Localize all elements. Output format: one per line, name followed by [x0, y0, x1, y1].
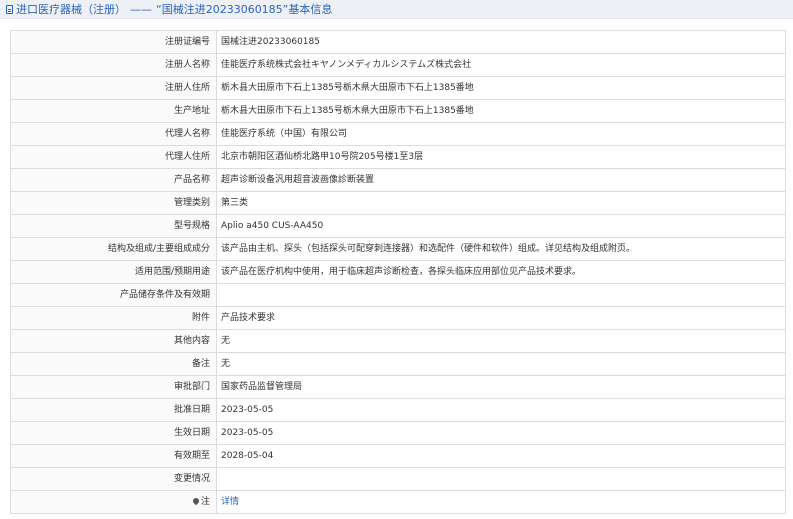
- row-label: 代理人住所: [10, 145, 217, 169]
- table-row: 备注无: [10, 352, 786, 376]
- row-value: 该产品在医疗机构中使用，用于临床超声诊断检查，各探头临床应用部位见产品技术要求。: [216, 260, 786, 284]
- row-value: 国家药品监督管理局: [216, 375, 786, 399]
- table-row: 注册人名称 佳能医疗系统株式会社キヤノンメディカルシステムズ株式会社: [10, 53, 786, 77]
- row-value: 佳能医疗系统（中国）有限公司: [216, 122, 786, 146]
- row-value: 产品技术要求: [216, 306, 786, 330]
- row-value: [216, 283, 786, 307]
- table-row: 有效期至 2028-05-04: [10, 444, 786, 468]
- row-value: 无: [216, 352, 786, 376]
- table-row: 生产地址 栃木县大田原市下石上1385号栃木県大田原市下石上1385番地: [10, 99, 786, 123]
- table-row: 代理人住所 北京市朝阳区酒仙桥北路甲10号院205号楼1至3层: [10, 145, 786, 169]
- row-value: 佳能医疗系统株式会社キヤノンメディカルシステムズ株式会社: [216, 53, 786, 77]
- row-label: 注册人名称: [10, 53, 217, 77]
- table-row: 管理类别 第三类: [10, 191, 786, 215]
- table-row: 变更情况: [10, 467, 786, 491]
- row-label: 变更情况: [10, 467, 217, 491]
- row-label: 管理类别: [10, 191, 217, 215]
- table-row: 注册人住所 栃木县大田原市下石上1385号栃木県大田原市下石上1385番地: [10, 76, 786, 100]
- table-row: 代理人名称 佳能医疗系统（中国）有限公司: [10, 122, 786, 146]
- row-label: 注册证编号: [10, 30, 217, 54]
- row-value: 超声诊断设备汎用超音波画像診断装置: [216, 168, 786, 192]
- row-value: 无: [216, 329, 786, 353]
- document-icon: [6, 4, 13, 14]
- table-row: 适用范围/预期用途 该产品在医疗机构中使用，用于临床超声诊断检查，各探头临床应用部…: [10, 260, 786, 284]
- row-label: 代理人名称: [10, 122, 217, 146]
- section-title: 进口医疗器械（注册）: [16, 3, 126, 16]
- row-label: 批准日期: [10, 398, 217, 422]
- row-label: 有效期至: [10, 444, 217, 468]
- row-value: 2023-05-05: [216, 398, 786, 422]
- info-table-body: 注册证编号 国械注进20233060185 注册人名称 佳能医疗系统株式会社キヤノンメ…: [10, 30, 786, 491]
- row-label: 附件: [10, 306, 217, 330]
- row-value: 2028-05-04: [216, 444, 786, 468]
- row-value: 第三类: [216, 191, 786, 215]
- table-row: 型号规格 Aplio a450 CUS-AA450: [10, 214, 786, 238]
- table-row: 结构及组成/主要组成成分 该产品由主机、探头（包括探头可配穿刺连接器）和选配件（硬…: [10, 237, 786, 261]
- info-table: 注册证编号 国械注进20233060185 注册人名称 佳能医疗系统株式会社キヤノンメ…: [10, 30, 786, 514]
- table-row-note: 注 详情: [10, 490, 786, 514]
- table-row: 审批部门 国家药品监督管理局: [10, 375, 786, 399]
- header-separator: ——: [130, 2, 152, 16]
- row-value: 栃木县大田原市下石上1385号栃木県大田原市下石上1385番地: [216, 99, 786, 123]
- row-label: 备注: [10, 352, 217, 376]
- table-row: 注册证编号 国械注进20233060185: [10, 30, 786, 54]
- row-label: 产品名称: [10, 168, 217, 192]
- note-label-cell: 注: [10, 490, 217, 514]
- table-row: 生效日期 2023-05-05: [10, 421, 786, 445]
- note-table-body: 注 详情: [10, 490, 786, 514]
- table-row: 附件 产品技术要求: [10, 306, 786, 330]
- pin-icon: [191, 496, 201, 505]
- row-value: Aplio a450 CUS-AA450: [216, 214, 786, 238]
- page-title: “国械注进20233060185”基本信息: [156, 3, 333, 16]
- row-value: 2023-05-05: [216, 421, 786, 445]
- row-label: 产品储存条件及有效期: [10, 283, 217, 307]
- row-value: 国械注进20233060185: [216, 30, 786, 54]
- table-row: 批准日期 2023-05-05: [10, 398, 786, 422]
- row-value: 北京市朝阳区酒仙桥北路甲10号院205号楼1至3层: [216, 145, 786, 169]
- row-label: 生效日期: [10, 421, 217, 445]
- details-link[interactable]: 详情: [221, 497, 239, 507]
- row-label: 其他内容: [10, 329, 217, 353]
- row-label: 审批部门: [10, 375, 217, 399]
- row-label: 生产地址: [10, 99, 217, 123]
- row-label: 型号规格: [10, 214, 217, 238]
- row-value: 栃木县大田原市下石上1385号栃木県大田原市下石上1385番地: [216, 76, 786, 100]
- row-label: 注册人住所: [10, 76, 217, 100]
- table-row: 其他内容无: [10, 329, 786, 353]
- row-label: 适用范围/预期用途: [10, 260, 217, 284]
- note-label: 注: [200, 497, 210, 507]
- page-header: 进口医疗器械（注册） —— “国械注进20233060185”基本信息: [0, 0, 793, 19]
- table-row: 产品储存条件及有效期: [10, 283, 786, 307]
- info-table-container: 注册证编号 国械注进20233060185 注册人名称 佳能医疗系统株式会社キヤノンメ…: [10, 30, 786, 514]
- row-value: [216, 467, 786, 491]
- row-label: 结构及组成/主要组成成分: [10, 237, 217, 261]
- table-row: 产品名称 超声诊断设备汎用超音波画像診断装置: [10, 168, 786, 192]
- row-value: 该产品由主机、探头（包括探头可配穿刺连接器）和选配件（硬件和软件）组成。详见结构…: [216, 237, 786, 261]
- note-value-cell: 详情: [216, 490, 786, 514]
